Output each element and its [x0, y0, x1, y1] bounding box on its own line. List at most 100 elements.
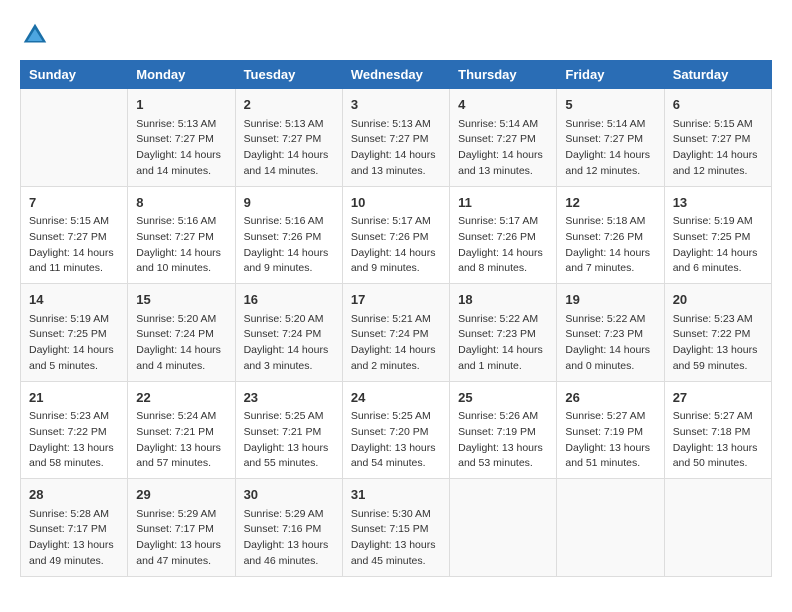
- day-info: Sunrise: 5:26 AM Sunset: 7:19 PM Dayligh…: [458, 409, 548, 472]
- calendar-day-cell: 18Sunrise: 5:22 AM Sunset: 7:23 PM Dayli…: [450, 284, 557, 382]
- day-info: Sunrise: 5:18 AM Sunset: 7:26 PM Dayligh…: [565, 214, 655, 277]
- day-info: Sunrise: 5:22 AM Sunset: 7:23 PM Dayligh…: [565, 312, 655, 375]
- day-number: 13: [673, 193, 763, 213]
- calendar-day-cell: 2Sunrise: 5:13 AM Sunset: 7:27 PM Daylig…: [235, 89, 342, 187]
- day-number: 23: [244, 388, 334, 408]
- day-info: Sunrise: 5:24 AM Sunset: 7:21 PM Dayligh…: [136, 409, 226, 472]
- day-info: Sunrise: 5:28 AM Sunset: 7:17 PM Dayligh…: [29, 507, 119, 570]
- calendar-day-cell: 24Sunrise: 5:25 AM Sunset: 7:20 PM Dayli…: [342, 381, 449, 479]
- page-header: [20, 20, 772, 50]
- day-info: Sunrise: 5:29 AM Sunset: 7:16 PM Dayligh…: [244, 507, 334, 570]
- weekday-header-cell: Thursday: [450, 61, 557, 89]
- day-number: 12: [565, 193, 655, 213]
- day-number: 8: [136, 193, 226, 213]
- calendar-day-cell: [664, 479, 771, 577]
- day-number: 10: [351, 193, 441, 213]
- day-info: Sunrise: 5:17 AM Sunset: 7:26 PM Dayligh…: [458, 214, 548, 277]
- day-info: Sunrise: 5:13 AM Sunset: 7:27 PM Dayligh…: [136, 117, 226, 180]
- day-number: 31: [351, 485, 441, 505]
- weekday-header-cell: Monday: [128, 61, 235, 89]
- day-info: Sunrise: 5:23 AM Sunset: 7:22 PM Dayligh…: [29, 409, 119, 472]
- logo: [20, 20, 52, 50]
- logo-icon: [20, 20, 50, 50]
- day-number: 19: [565, 290, 655, 310]
- day-info: Sunrise: 5:16 AM Sunset: 7:26 PM Dayligh…: [244, 214, 334, 277]
- calendar-day-cell: 1Sunrise: 5:13 AM Sunset: 7:27 PM Daylig…: [128, 89, 235, 187]
- day-number: 6: [673, 95, 763, 115]
- calendar-day-cell: [557, 479, 664, 577]
- calendar-body: 1Sunrise: 5:13 AM Sunset: 7:27 PM Daylig…: [21, 89, 772, 577]
- day-number: 27: [673, 388, 763, 408]
- calendar-day-cell: 23Sunrise: 5:25 AM Sunset: 7:21 PM Dayli…: [235, 381, 342, 479]
- calendar-day-cell: 17Sunrise: 5:21 AM Sunset: 7:24 PM Dayli…: [342, 284, 449, 382]
- day-info: Sunrise: 5:20 AM Sunset: 7:24 PM Dayligh…: [244, 312, 334, 375]
- day-number: 29: [136, 485, 226, 505]
- day-info: Sunrise: 5:19 AM Sunset: 7:25 PM Dayligh…: [673, 214, 763, 277]
- calendar-week-row: 28Sunrise: 5:28 AM Sunset: 7:17 PM Dayli…: [21, 479, 772, 577]
- calendar-day-cell: 22Sunrise: 5:24 AM Sunset: 7:21 PM Dayli…: [128, 381, 235, 479]
- calendar-day-cell: 3Sunrise: 5:13 AM Sunset: 7:27 PM Daylig…: [342, 89, 449, 187]
- weekday-header-row: SundayMondayTuesdayWednesdayThursdayFrid…: [21, 61, 772, 89]
- day-info: Sunrise: 5:25 AM Sunset: 7:21 PM Dayligh…: [244, 409, 334, 472]
- day-info: Sunrise: 5:14 AM Sunset: 7:27 PM Dayligh…: [565, 117, 655, 180]
- calendar-day-cell: [450, 479, 557, 577]
- day-info: Sunrise: 5:21 AM Sunset: 7:24 PM Dayligh…: [351, 312, 441, 375]
- calendar-day-cell: 25Sunrise: 5:26 AM Sunset: 7:19 PM Dayli…: [450, 381, 557, 479]
- calendar-day-cell: 9Sunrise: 5:16 AM Sunset: 7:26 PM Daylig…: [235, 186, 342, 284]
- calendar-day-cell: 30Sunrise: 5:29 AM Sunset: 7:16 PM Dayli…: [235, 479, 342, 577]
- day-info: Sunrise: 5:29 AM Sunset: 7:17 PM Dayligh…: [136, 507, 226, 570]
- weekday-header-cell: Wednesday: [342, 61, 449, 89]
- calendar-header: SundayMondayTuesdayWednesdayThursdayFrid…: [21, 61, 772, 89]
- day-number: 28: [29, 485, 119, 505]
- day-info: Sunrise: 5:15 AM Sunset: 7:27 PM Dayligh…: [29, 214, 119, 277]
- calendar-table: SundayMondayTuesdayWednesdayThursdayFrid…: [20, 60, 772, 577]
- day-number: 18: [458, 290, 548, 310]
- day-info: Sunrise: 5:22 AM Sunset: 7:23 PM Dayligh…: [458, 312, 548, 375]
- day-info: Sunrise: 5:19 AM Sunset: 7:25 PM Dayligh…: [29, 312, 119, 375]
- calendar-day-cell: 4Sunrise: 5:14 AM Sunset: 7:27 PM Daylig…: [450, 89, 557, 187]
- calendar-day-cell: 16Sunrise: 5:20 AM Sunset: 7:24 PM Dayli…: [235, 284, 342, 382]
- calendar-day-cell: 10Sunrise: 5:17 AM Sunset: 7:26 PM Dayli…: [342, 186, 449, 284]
- day-number: 20: [673, 290, 763, 310]
- calendar-day-cell: [21, 89, 128, 187]
- calendar-day-cell: 6Sunrise: 5:15 AM Sunset: 7:27 PM Daylig…: [664, 89, 771, 187]
- day-info: Sunrise: 5:15 AM Sunset: 7:27 PM Dayligh…: [673, 117, 763, 180]
- day-number: 15: [136, 290, 226, 310]
- day-number: 16: [244, 290, 334, 310]
- day-number: 17: [351, 290, 441, 310]
- calendar-day-cell: 12Sunrise: 5:18 AM Sunset: 7:26 PM Dayli…: [557, 186, 664, 284]
- day-info: Sunrise: 5:14 AM Sunset: 7:27 PM Dayligh…: [458, 117, 548, 180]
- day-info: Sunrise: 5:23 AM Sunset: 7:22 PM Dayligh…: [673, 312, 763, 375]
- calendar-day-cell: 11Sunrise: 5:17 AM Sunset: 7:26 PM Dayli…: [450, 186, 557, 284]
- calendar-day-cell: 15Sunrise: 5:20 AM Sunset: 7:24 PM Dayli…: [128, 284, 235, 382]
- calendar-day-cell: 7Sunrise: 5:15 AM Sunset: 7:27 PM Daylig…: [21, 186, 128, 284]
- day-number: 7: [29, 193, 119, 213]
- calendar-week-row: 7Sunrise: 5:15 AM Sunset: 7:27 PM Daylig…: [21, 186, 772, 284]
- day-number: 24: [351, 388, 441, 408]
- day-info: Sunrise: 5:27 AM Sunset: 7:18 PM Dayligh…: [673, 409, 763, 472]
- day-info: Sunrise: 5:13 AM Sunset: 7:27 PM Dayligh…: [244, 117, 334, 180]
- weekday-header-cell: Sunday: [21, 61, 128, 89]
- day-info: Sunrise: 5:17 AM Sunset: 7:26 PM Dayligh…: [351, 214, 441, 277]
- day-info: Sunrise: 5:16 AM Sunset: 7:27 PM Dayligh…: [136, 214, 226, 277]
- calendar-day-cell: 5Sunrise: 5:14 AM Sunset: 7:27 PM Daylig…: [557, 89, 664, 187]
- day-number: 26: [565, 388, 655, 408]
- day-number: 3: [351, 95, 441, 115]
- calendar-day-cell: 31Sunrise: 5:30 AM Sunset: 7:15 PM Dayli…: [342, 479, 449, 577]
- calendar-day-cell: 20Sunrise: 5:23 AM Sunset: 7:22 PM Dayli…: [664, 284, 771, 382]
- calendar-day-cell: 13Sunrise: 5:19 AM Sunset: 7:25 PM Dayli…: [664, 186, 771, 284]
- day-info: Sunrise: 5:27 AM Sunset: 7:19 PM Dayligh…: [565, 409, 655, 472]
- day-number: 14: [29, 290, 119, 310]
- weekday-header-cell: Friday: [557, 61, 664, 89]
- day-info: Sunrise: 5:13 AM Sunset: 7:27 PM Dayligh…: [351, 117, 441, 180]
- day-number: 5: [565, 95, 655, 115]
- day-number: 11: [458, 193, 548, 213]
- calendar-day-cell: 21Sunrise: 5:23 AM Sunset: 7:22 PM Dayli…: [21, 381, 128, 479]
- calendar-day-cell: 8Sunrise: 5:16 AM Sunset: 7:27 PM Daylig…: [128, 186, 235, 284]
- day-info: Sunrise: 5:20 AM Sunset: 7:24 PM Dayligh…: [136, 312, 226, 375]
- calendar-day-cell: 29Sunrise: 5:29 AM Sunset: 7:17 PM Dayli…: [128, 479, 235, 577]
- day-number: 30: [244, 485, 334, 505]
- day-number: 2: [244, 95, 334, 115]
- day-number: 4: [458, 95, 548, 115]
- day-number: 25: [458, 388, 548, 408]
